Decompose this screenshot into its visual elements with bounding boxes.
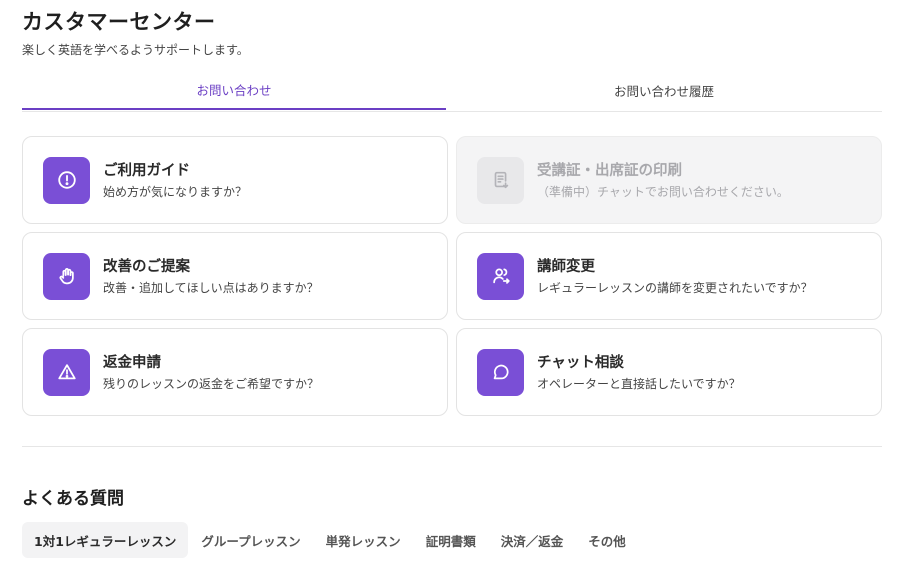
faq-title: よくある質問	[22, 489, 124, 509]
faq-tab-payment-refund[interactable]: 決済／返金	[489, 522, 576, 558]
card-description: オペレーターと直接話したいですか？	[537, 376, 741, 391]
card-usage-guide[interactable]: ご利用ガイド 始め方が気になりますか？	[22, 136, 448, 224]
card-description: レギュラーレッスンの講師を変更されたいですか？	[537, 280, 813, 295]
card-chat-consultation[interactable]: チャット相談 オペレーターと直接話したいですか？	[456, 328, 882, 416]
card-certificate-print: 受講証・出席証の印刷 （準備中）チャットでお問い合わせください。	[456, 136, 882, 224]
card-title: ご利用ガイド	[103, 162, 190, 179]
page-title: カスタマーセンター	[22, 10, 216, 34]
card-description: （準備中）チャットでお問い合わせください。	[537, 184, 789, 199]
warning-triangle-icon	[43, 348, 90, 396]
faq-category-tabs: 1対1レギュラーレッスン グループレッスン 単発レッスン 証明書類 決済／返金 …	[22, 522, 639, 558]
hand-icon	[43, 252, 90, 300]
inquiry-cards: ご利用ガイド 始め方が気になりますか？ 受講証・出席証の印刷 （準備中）チャット…	[22, 136, 882, 416]
card-title: チャット相談	[537, 354, 624, 371]
chat-bubble-icon	[477, 348, 524, 396]
tab-inquiry-history[interactable]: お問い合わせ履歴	[446, 70, 882, 110]
card-title: 講師変更	[537, 258, 595, 275]
user-switch-icon	[477, 252, 524, 300]
page-subtitle: 楽しく英語を学べるようサポートします。	[22, 43, 249, 57]
faq-tab-other[interactable]: その他	[576, 522, 638, 558]
faq-tab-certificates[interactable]: 証明書類	[414, 522, 488, 558]
card-improvement-suggestion[interactable]: 改善のご提案 改善・追加してほしい点はありますか？	[22, 232, 448, 320]
faq-tab-single-lesson[interactable]: 単発レッスン	[314, 522, 413, 558]
main-tabs: お問い合わせ お問い合わせ履歴	[22, 70, 882, 112]
card-title: 返金申請	[103, 354, 161, 371]
document-download-icon	[477, 156, 524, 204]
card-refund-request[interactable]: 返金申請 残りのレッスンの返金をご希望ですか？	[22, 328, 448, 416]
card-title: 受講証・出席証の印刷	[537, 162, 682, 179]
card-description: 改善・追加してほしい点はありますか？	[103, 280, 319, 295]
exclamation-circle-icon	[43, 156, 90, 204]
tab-inquiry[interactable]: お問い合わせ	[22, 70, 446, 110]
faq-tab-regular-lesson[interactable]: 1対1レギュラーレッスン	[22, 522, 189, 558]
section-divider	[22, 446, 882, 447]
card-description: 始め方が気になりますか？	[103, 184, 248, 199]
card-title: 改善のご提案	[103, 258, 190, 275]
faq-tab-group-lesson[interactable]: グループレッスン	[189, 522, 312, 558]
card-description: 残りのレッスンの返金をご希望ですか？	[103, 376, 320, 391]
card-tutor-change[interactable]: 講師変更 レギュラーレッスンの講師を変更されたいですか？	[456, 232, 882, 320]
